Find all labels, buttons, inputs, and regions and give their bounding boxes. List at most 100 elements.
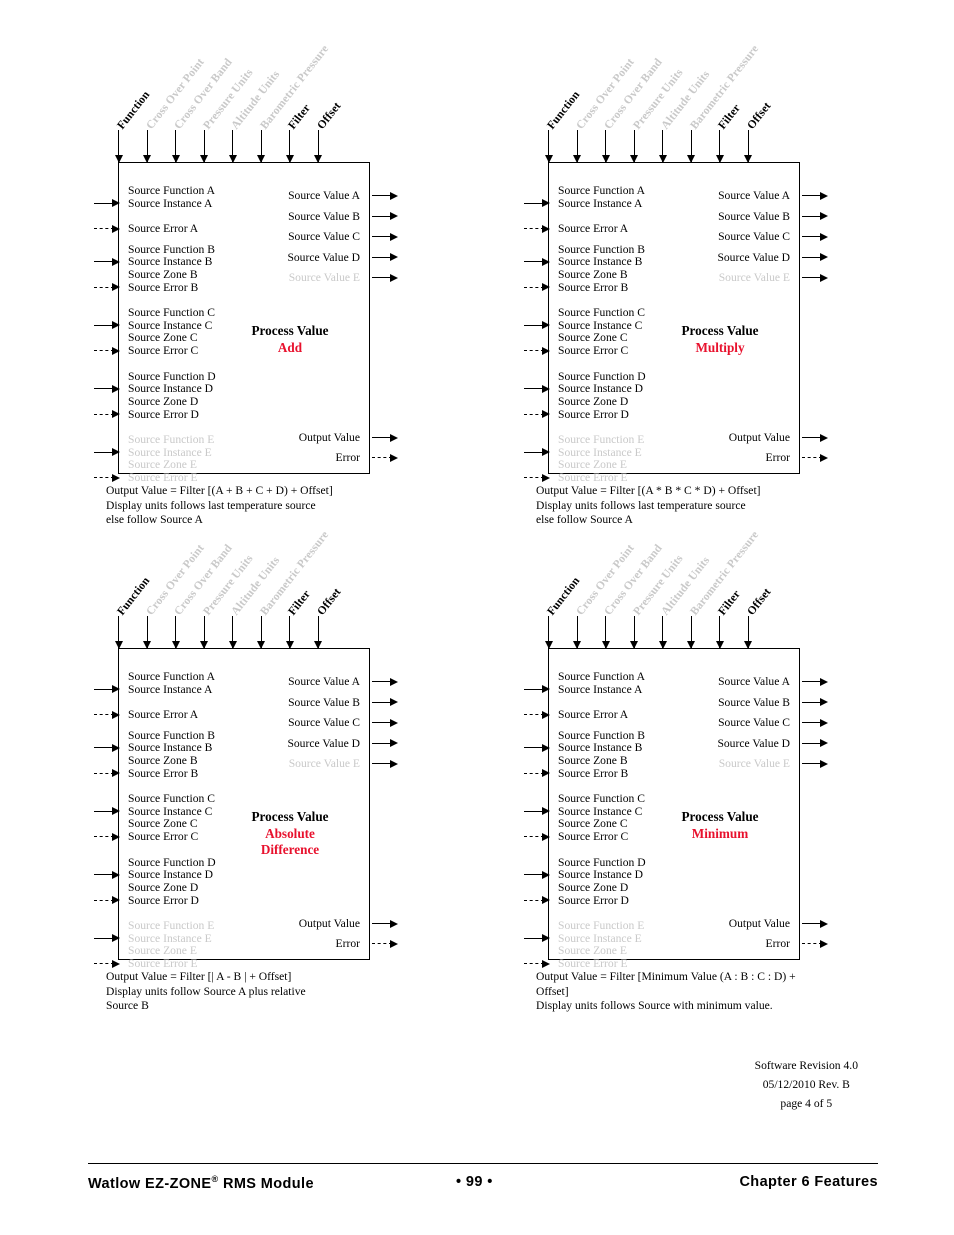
arrow-shaft	[372, 277, 392, 278]
arrow-head	[542, 448, 550, 457]
arrow-head	[542, 896, 550, 905]
input-label-source-instance-d: Source Instance D	[128, 382, 213, 396]
arrow-shaft	[524, 350, 544, 352]
arrow-head	[820, 718, 828, 727]
output-arrow-source-value-d	[802, 739, 828, 747]
input-label-source-instance-e: Source Instance E	[128, 931, 212, 945]
input-label-source-function-e: Source Function E	[128, 919, 215, 933]
input-label-source-error-d: Source Error D	[128, 893, 199, 907]
input-arrow-source-instance-d	[524, 384, 550, 393]
input-label-source-error-e: Source Error E	[558, 471, 628, 484]
arrow-head	[820, 273, 828, 282]
input-arrow-source-error-e	[524, 959, 550, 968]
arrow-head	[390, 212, 398, 220]
parameter-input-arrows-1	[544, 130, 798, 163]
arrow-head	[112, 410, 120, 419]
process-value-operation-1-0: Multiply	[695, 340, 745, 355]
parameter-label-filter: Filter	[716, 102, 744, 132]
arrow-head	[390, 273, 398, 282]
function-block-inner-1: Source Function A Source Instance A Source…	[549, 163, 799, 484]
output-arrow-error	[372, 453, 398, 462]
arrow-shaft	[372, 742, 392, 744]
input-arrow-source-error-e	[94, 473, 120, 482]
software-revision: Software Revision 4.0	[754, 1059, 858, 1072]
output-label-source-value-d: Source Value D	[287, 736, 360, 750]
arrow-shaft	[524, 714, 544, 716]
input-arrow-source-instance-b	[524, 743, 550, 752]
parameter-arrow-1	[143, 130, 151, 163]
arrow-head	[112, 710, 120, 719]
process-value-diagram-3: Function Cross Over Point Cross Over Band P…	[518, 529, 948, 1018]
input-label-source-instance-d: Source Instance D	[558, 868, 643, 882]
arrow-shaft	[802, 943, 822, 944]
input-label-source-zone-e: Source Zone E	[128, 458, 197, 472]
footer-divider	[88, 1163, 878, 1164]
output-label-error: Error	[335, 451, 360, 464]
arrow-shaft	[372, 763, 392, 764]
input-label-source-function-e: Source Function E	[558, 433, 645, 447]
arrow-head	[820, 759, 828, 768]
function-block-2: Source Function A Source Instance A Source…	[118, 648, 370, 970]
caption-line-1-1: Display units follows last temperature s…	[536, 498, 746, 512]
input-label-source-error-a: Source Error A	[558, 222, 629, 236]
arrow-head	[390, 939, 398, 948]
arrow-head	[112, 870, 120, 879]
process-value-title-1: Process Value	[681, 323, 759, 338]
input-arrow-source-error-a	[94, 710, 120, 719]
arrow-head	[542, 199, 550, 208]
arrow-shaft	[372, 437, 392, 438]
arrow-shaft	[524, 874, 544, 876]
arrow-head	[542, 807, 550, 816]
parameter-input-arrows-3	[544, 616, 798, 649]
arrow-shaft	[94, 202, 114, 204]
output-label-error: Error	[765, 937, 790, 950]
input-label-source-instance-b: Source Instance B	[128, 255, 213, 269]
arrow-shaft	[372, 236, 392, 237]
input-label-source-function-d: Source Function D	[128, 855, 216, 869]
arrow-shaft	[802, 701, 822, 703]
caption-line-3-1: Offset]	[536, 984, 569, 998]
process-value-operation-3-0: Minimum	[691, 826, 749, 841]
input-label-source-error-b: Source Error B	[128, 766, 199, 780]
input-label-source-function-d: Source Function D	[558, 369, 646, 383]
caption-line-3-0: Output Value = Filter [Minimum Value (A …	[536, 970, 796, 983]
output-arrow-source-value-c	[802, 232, 828, 241]
registered-trademark-icon: ®	[211, 1174, 219, 1184]
input-label-source-function-c: Source Function C	[128, 792, 215, 806]
arrow-head	[820, 232, 828, 241]
arrow-shaft	[372, 195, 392, 196]
arrow-head	[820, 739, 828, 747]
input-arrow-source-instance-c	[524, 321, 550, 330]
revision-date: 05/12/2010 Rev. B	[762, 1078, 850, 1091]
parameter-arrow-0	[544, 130, 553, 163]
output-label-source-value-c: Source Value C	[288, 230, 360, 243]
input-arrow-source-instance-b	[94, 257, 120, 266]
parameter-label-offset: Offset	[314, 100, 344, 132]
output-label-source-value-b: Source Value B	[718, 209, 790, 223]
input-arrow-source-instance-b	[524, 257, 550, 266]
process-value-operation-2-0: Absolute	[265, 826, 315, 841]
parameter-arrow-6	[715, 130, 724, 163]
input-label-source-function-a: Source Function A	[558, 183, 645, 197]
output-arrow-output-value	[802, 919, 828, 928]
arrow-shaft	[94, 899, 114, 901]
arrow-shaft	[524, 937, 544, 939]
arrow-shaft	[802, 437, 822, 438]
output-label-source-value-a: Source Value A	[718, 675, 790, 688]
output-arrow-source-value-c	[372, 718, 398, 727]
output-arrow-source-value-a	[802, 677, 828, 686]
process-value-title-0: Process Value	[251, 323, 329, 338]
output-label-source-value-c: Source Value C	[718, 230, 790, 243]
output-arrow-error	[372, 939, 398, 948]
output-arrow-source-value-a	[372, 677, 398, 686]
input-label-source-zone-c: Source Zone C	[558, 331, 628, 345]
parameter-arrow-3	[630, 616, 638, 649]
footer-product-name: Watlow EZ-ZONE® RMS Module	[88, 1174, 314, 1192]
output-arrow-output-value	[372, 433, 398, 442]
input-label-source-instance-a: Source Instance A	[558, 196, 643, 210]
parameter-arrow-5	[257, 130, 265, 163]
function-block-1: Source Function A Source Instance A Source…	[548, 162, 800, 484]
arrow-head	[390, 919, 398, 928]
arrow-head	[390, 718, 398, 727]
output-arrow-source-value-a	[372, 191, 398, 200]
